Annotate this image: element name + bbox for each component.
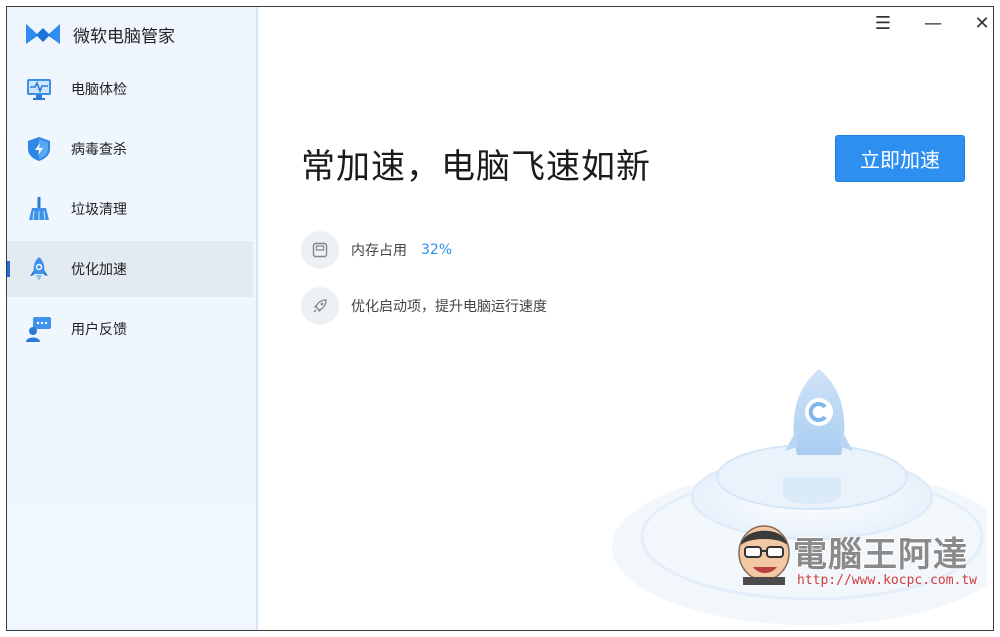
close-button[interactable]: ✕ xyxy=(962,9,993,37)
speed-up-button[interactable]: 立即加速 xyxy=(835,135,965,182)
memory-usage-value: 32% xyxy=(421,242,453,258)
sidebar-item-label: 电脑体检 xyxy=(71,82,127,98)
memory-usage-label: 内存占用 xyxy=(351,243,407,259)
sidebar-item-label: 优化加速 xyxy=(71,262,127,278)
sidebar-item-checkup[interactable]: 电脑体检 xyxy=(7,61,253,117)
sidebar-item-feedback[interactable]: 用户反馈 xyxy=(7,301,253,357)
active-indicator xyxy=(7,261,10,277)
app-logo-icon xyxy=(26,24,60,44)
page-title: 常加速，电脑飞速如新 xyxy=(301,147,651,187)
sidebar-item-virus-scan[interactable]: 病毒查杀 xyxy=(7,121,253,177)
rocket-icon xyxy=(25,255,53,283)
sidebar-item-label: 垃圾清理 xyxy=(71,202,127,218)
sidebar-item-label: 用户反馈 xyxy=(71,322,127,338)
sidebar-item-label: 病毒查杀 xyxy=(71,142,127,158)
memory-usage-row: 内存占用 32% xyxy=(301,231,452,269)
minimize-icon: — xyxy=(924,12,942,34)
app-title: 微软电脑管家 xyxy=(73,26,175,47)
sidebar-item-cleanup[interactable]: 垃圾清理 xyxy=(7,181,253,237)
broom-icon xyxy=(25,195,53,223)
sidebar: 微软电脑管家 电脑体检 病毒查杀 垃圾清理 优化加速 用户反馈 xyxy=(7,7,260,630)
watermark-url: http://www.kocpc.com.tw xyxy=(797,573,978,588)
mascot-icon xyxy=(738,525,790,585)
menu-icon: ☰ xyxy=(874,12,892,34)
startup-optimize-row: 优化启动项，提升电脑运行速度 xyxy=(301,287,547,325)
app-window: 微软电脑管家 电脑体检 病毒查杀 垃圾清理 优化加速 用户反馈 ☰ — ✕ 常加… xyxy=(6,6,994,631)
monitor-icon xyxy=(25,75,53,103)
startup-optimize-label: 优化启动项，提升电脑运行速度 xyxy=(351,299,547,315)
feedback-icon xyxy=(25,315,53,343)
brand: 微软电脑管家 xyxy=(25,21,175,47)
memory-icon xyxy=(301,231,339,269)
watermark-text: 電腦王阿達 xyxy=(793,535,968,575)
menu-button[interactable]: ☰ xyxy=(863,9,903,37)
close-icon: ✕ xyxy=(974,12,990,34)
shield-icon xyxy=(25,135,53,163)
rocket-small-icon xyxy=(301,287,339,325)
sidebar-item-optimize[interactable]: 优化加速 xyxy=(7,241,253,297)
minimize-button[interactable]: — xyxy=(913,9,953,37)
